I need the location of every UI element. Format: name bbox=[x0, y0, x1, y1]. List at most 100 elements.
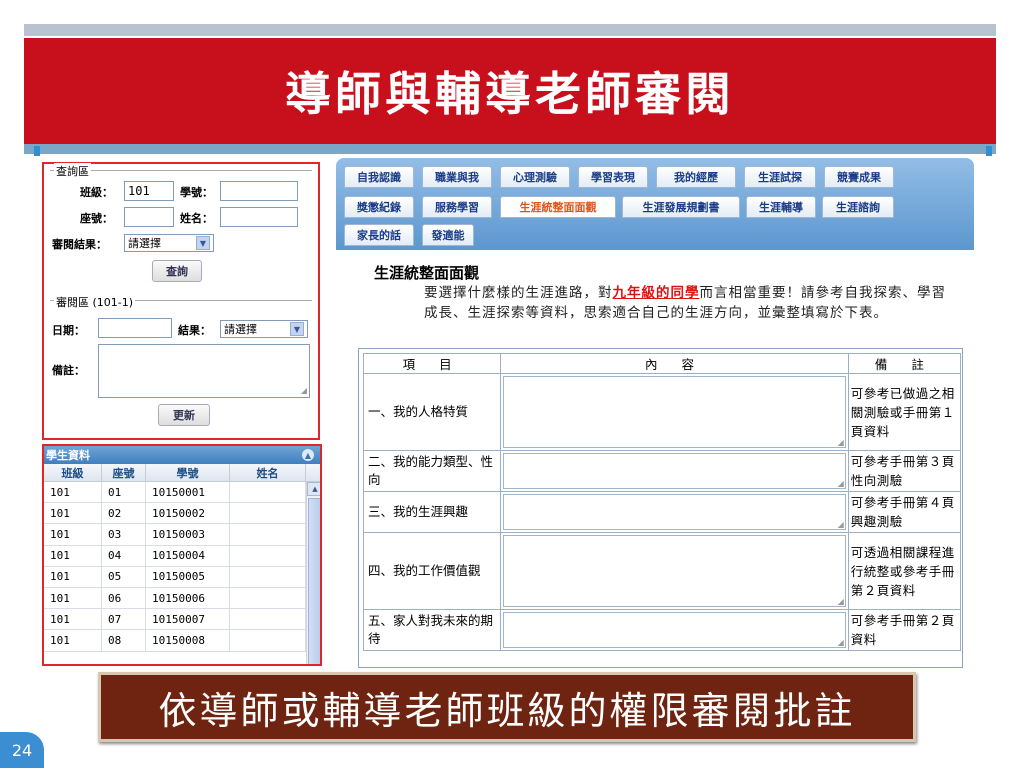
table-row: 一、我的人格特質 ◢ 可參考已做過之相關測驗或手冊第１頁資料 bbox=[362, 373, 962, 451]
tab-rewards-records[interactable]: 獎懲紀錄 bbox=[344, 196, 414, 218]
tab-career-consulting[interactable]: 生涯諮詢 bbox=[822, 196, 894, 218]
row-note: 可透過相關課程進行統整或參考手冊第２頁資料 bbox=[847, 532, 962, 610]
scroll-up-icon[interactable]: ▲ bbox=[307, 482, 320, 496]
review-result-value: 請選擇 bbox=[128, 237, 161, 250]
cell-class: 101 bbox=[44, 566, 102, 587]
row-note: 可參考已做過之相關測驗或手冊第１頁資料 bbox=[847, 373, 962, 451]
cell-seat: 05 bbox=[102, 566, 146, 587]
caption-banner: 依導師或輔導老師班級的權限審閱批註 bbox=[98, 672, 916, 742]
intro-text-before: 要選擇什麼樣的生涯進路，對 bbox=[424, 285, 613, 301]
table-row[interactable]: 101 08 10150008 bbox=[44, 630, 320, 652]
cell-seat: 04 bbox=[102, 545, 146, 566]
row-content: ◢ bbox=[500, 373, 849, 451]
stripe-accent-left bbox=[34, 146, 40, 156]
search-button[interactable]: 查詢 bbox=[152, 260, 202, 282]
cell-name bbox=[230, 587, 306, 609]
table-row[interactable]: 101 06 10150006 bbox=[44, 587, 320, 610]
header-content: 內 容 bbox=[500, 353, 849, 374]
table-row: 四、我的工作價值觀 ◢ 可透過相關課程進行統整或參考手冊第２頁資料 bbox=[362, 532, 962, 610]
student-grid-header: 學生資料 ▲ bbox=[44, 446, 320, 464]
table-row[interactable]: 101 03 10150003 bbox=[44, 524, 320, 546]
row-item: 一、我的人格特質 bbox=[362, 373, 502, 451]
tab-career-plan[interactable]: 生涯發展規劃書 bbox=[622, 196, 740, 218]
header-note: 備 註 bbox=[847, 353, 962, 374]
resize-grip-icon: ◢ bbox=[837, 638, 844, 647]
collapse-icon[interactable]: ▲ bbox=[302, 449, 314, 461]
cell-class: 101 bbox=[44, 482, 102, 503]
content-textarea[interactable]: ◢ bbox=[503, 535, 846, 607]
section-intro: 要選擇什麼樣的生涯進路，對九年級的同學而言相當重要！請參考自我探索、學習成長、生… bbox=[424, 283, 958, 323]
content-textarea[interactable]: ◢ bbox=[503, 612, 846, 648]
resize-grip-icon: ◢ bbox=[300, 386, 307, 395]
result-select[interactable]: 請選擇 ▼ bbox=[220, 320, 308, 338]
tab-career-guidance[interactable]: 生涯輔導 bbox=[746, 196, 816, 218]
grid-scrollbar[interactable]: ▲ bbox=[306, 482, 320, 664]
review-section-label: 審閱區 bbox=[56, 296, 89, 309]
student-grid-columns: 班級 座號 學號 姓名 bbox=[44, 464, 320, 482]
tab-learning-performance[interactable]: 學習表現 bbox=[578, 166, 648, 188]
tab-my-experience[interactable]: 我的經歷 bbox=[656, 166, 736, 188]
tab-navigation: 自我認識 職業與我 心理測驗 學習表現 我的經歷 生涯試探 競賽成果 獎懲紀錄 … bbox=[336, 158, 974, 250]
cell-student-id: 10150003 bbox=[146, 524, 230, 545]
cell-student-id: 10150008 bbox=[146, 630, 230, 651]
cell-seat: 08 bbox=[102, 630, 146, 651]
tab-career-exploration[interactable]: 生涯試探 bbox=[744, 166, 816, 188]
header-item: 項 目 bbox=[362, 353, 502, 374]
chevron-down-icon: ▼ bbox=[196, 236, 210, 250]
resize-grip-icon: ◢ bbox=[837, 597, 844, 606]
cell-student-id: 10150002 bbox=[146, 503, 230, 524]
review-result-select[interactable]: 請選擇 ▼ bbox=[124, 234, 214, 252]
seat-input[interactable] bbox=[124, 207, 174, 227]
cell-seat: 07 bbox=[102, 609, 146, 630]
column-header-student-id[interactable]: 學號 bbox=[146, 464, 230, 481]
table-row[interactable]: 101 07 10150007 bbox=[44, 609, 320, 631]
table-row[interactable]: 101 04 10150004 bbox=[44, 545, 320, 567]
career-integration-table-frame: 項 目 內 容 備 註 一、我的人格特質 ◢ 可參考已做過之相關測驗或手冊第１頁… bbox=[358, 348, 963, 668]
name-label: 姓名： bbox=[180, 212, 213, 225]
result-label: 結果： bbox=[178, 324, 211, 337]
row-content: ◢ bbox=[500, 491, 849, 533]
table-row[interactable]: 101 02 10150002 bbox=[44, 503, 320, 525]
table-row[interactable]: 101 01 10150001 bbox=[44, 482, 320, 504]
table-row[interactable]: 101 05 10150005 bbox=[44, 566, 320, 588]
tab-service-learning[interactable]: 服務學習 bbox=[422, 196, 492, 218]
table-row: 五、家人對我未來的期待 ◢ 可參考手冊第２頁資料 bbox=[362, 609, 962, 651]
date-input[interactable] bbox=[98, 318, 172, 338]
cell-seat: 03 bbox=[102, 524, 146, 545]
content-textarea[interactable]: ◢ bbox=[503, 376, 846, 448]
cell-class: 101 bbox=[44, 609, 102, 630]
row-item: 二、我的能力類型、性向 bbox=[362, 450, 502, 492]
resize-grip-icon: ◢ bbox=[837, 520, 844, 529]
stripe-accent-right bbox=[986, 146, 992, 156]
content-textarea[interactable]: ◢ bbox=[503, 494, 846, 530]
tab-fitness[interactable]: 發適能 bbox=[422, 224, 474, 246]
column-header-class[interactable]: 班級 bbox=[44, 464, 102, 481]
update-button[interactable]: 更新 bbox=[158, 404, 210, 426]
tab-parents-words[interactable]: 家長的話 bbox=[344, 224, 414, 246]
student-id-label: 學號： bbox=[180, 186, 213, 199]
scrollbar-thumb[interactable] bbox=[308, 498, 320, 664]
student-id-input[interactable] bbox=[220, 181, 298, 201]
cell-class: 101 bbox=[44, 587, 102, 609]
content-textarea[interactable]: ◢ bbox=[503, 453, 846, 489]
column-header-name[interactable]: 姓名 bbox=[230, 464, 306, 481]
tab-psych-test[interactable]: 心理測驗 bbox=[500, 166, 570, 188]
tab-career-integration[interactable]: 生涯統整面面觀 bbox=[500, 196, 616, 218]
class-label: 班級： bbox=[80, 186, 113, 199]
row-item: 五、家人對我未來的期待 bbox=[362, 609, 502, 651]
tab-self-awareness[interactable]: 自我認識 bbox=[344, 166, 414, 188]
cell-class: 101 bbox=[44, 503, 102, 524]
resize-grip-icon: ◢ bbox=[837, 438, 844, 447]
remark-textarea[interactable]: ◢ bbox=[98, 344, 310, 398]
table-row: 三、我的生涯興趣 ◢ 可參考手冊第４頁興趣測驗 bbox=[362, 491, 962, 533]
tab-competition-results[interactable]: 競賽成果 bbox=[824, 166, 894, 188]
name-input[interactable] bbox=[220, 207, 298, 227]
query-section-label: 查詢區 bbox=[54, 163, 91, 179]
class-input[interactable] bbox=[124, 181, 174, 201]
query-review-panel: 查詢區 班級： 學號： 座號： 姓名： 審閱結果： 請選擇 ▼ 查詢 審閱區 (… bbox=[42, 162, 320, 440]
column-header-seat[interactable]: 座號 bbox=[102, 464, 146, 481]
tab-career-and-me[interactable]: 職業與我 bbox=[422, 166, 492, 188]
top-stripe bbox=[24, 24, 996, 36]
caption-text: 依導師或輔導老師班級的權限審閱批註 bbox=[158, 688, 856, 733]
review-section-term: (101-1) bbox=[92, 296, 134, 309]
